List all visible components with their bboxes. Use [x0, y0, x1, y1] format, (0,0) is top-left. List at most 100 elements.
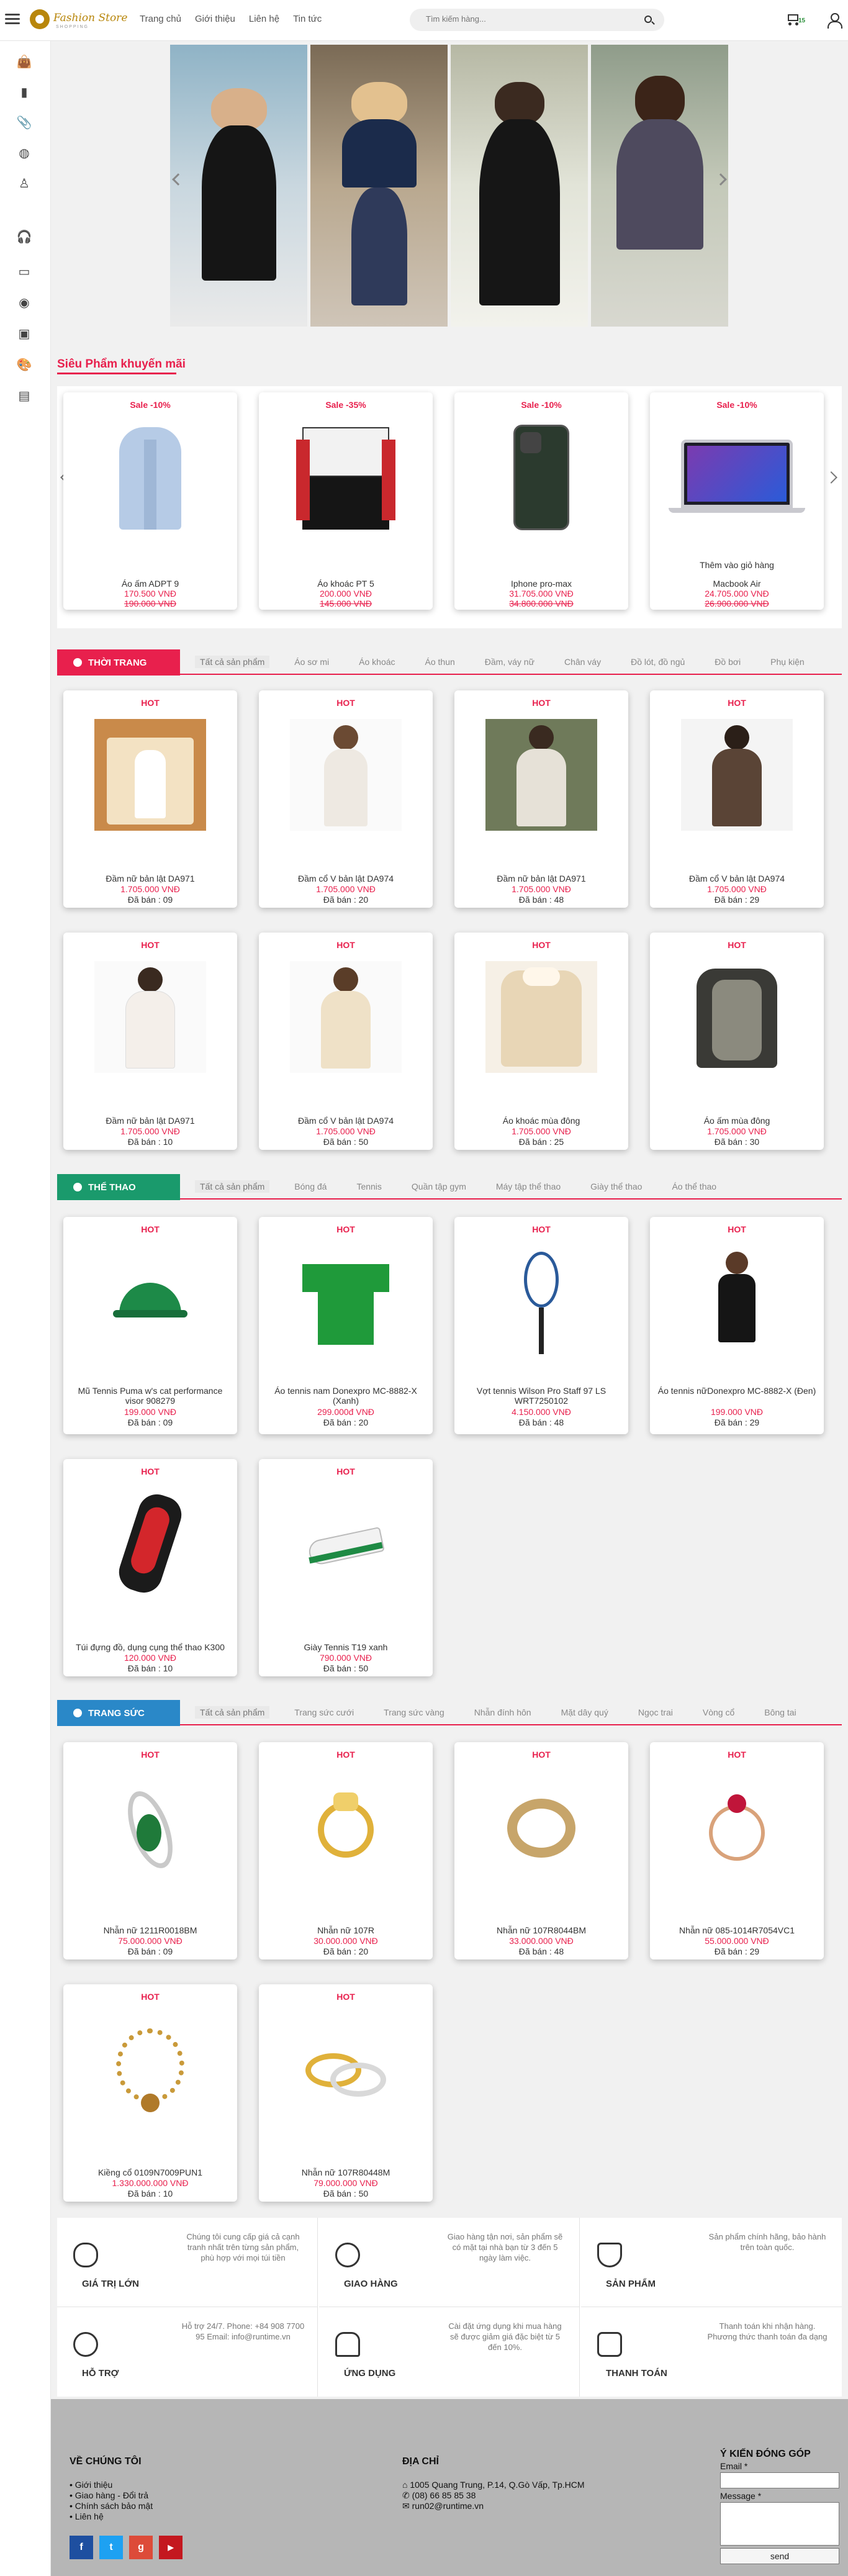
logo[interactable]: Fashion Store SHOPPING [30, 8, 127, 32]
product-price: 30.000.000 VNĐ [313, 1936, 378, 1946]
product-card[interactable]: HOT Mũ Tennis Puma w's cat performance v… [63, 1217, 237, 1434]
promo-card[interactable]: Sale -10% Iphone pro-max 31.705.000 VNĐ … [454, 392, 628, 610]
tab-all[interactable]: Tất cả sản phẩm [195, 656, 270, 668]
search-icon[interactable] [644, 16, 652, 23]
category-tab[interactable]: Quần tập gym [407, 1180, 471, 1193]
category-tab[interactable]: Chân váy [559, 656, 606, 668]
product-price: 1.705.000 VNĐ [120, 1126, 180, 1136]
product-card[interactable]: HOT Nhẫn nữ 107R8044BM 33.000.000 VNĐ Đã… [454, 1742, 628, 1959]
category-line [180, 1724, 842, 1725]
category-badge[interactable]: THỂ THAO [57, 1174, 180, 1200]
product-card[interactable]: HOT Đầm nữ bản lật DA971 1.705.000 VNĐ Đ… [63, 933, 237, 1150]
product-card[interactable]: HOT Túi đựng đồ, dụng cụng thể thao K300… [63, 1459, 237, 1676]
product-sold: Đã bán : 29 [714, 1946, 760, 1956]
send-button[interactable]: send [720, 2548, 839, 2564]
phone-icon[interactable]: ▮ [16, 84, 32, 100]
twitter-icon[interactable]: t [99, 2536, 123, 2559]
product-card[interactable]: HOT Nhẫn nữ 107R 30.000.000 VNĐ Đã bán :… [259, 1742, 433, 1959]
tab-all[interactable]: Tất cả sản phẩm [195, 1706, 270, 1719]
product-card[interactable]: HOT Áo khoác mùa đông 1.705.000 VNĐ Đã b… [454, 933, 628, 1150]
footer-link[interactable]: • Chính sách bảo mật [70, 2501, 153, 2511]
headphones-icon[interactable]: 🎧 [16, 228, 32, 245]
tab-all[interactable]: Tất cả sản phẩm [195, 1180, 270, 1193]
product-card[interactable]: HOT Đầm cổ V bản lật DA974 1.705.000 VNĐ… [259, 933, 433, 1150]
nav-about[interactable]: Giới thiệu [195, 14, 235, 24]
disc-icon[interactable]: ◉ [16, 294, 32, 310]
category-tab[interactable]: Đầm, váy nữ [480, 656, 539, 668]
product-image [290, 1771, 402, 1882]
jar-icon[interactable]: ▣ [16, 325, 32, 341]
category-tab[interactable]: Vòng cổ [698, 1706, 739, 1719]
menu-icon[interactable] [5, 14, 20, 25]
category-tab[interactable]: Giày thể thao [585, 1180, 647, 1193]
palette-icon[interactable]: 🎨 [16, 356, 32, 373]
nav-news[interactable]: Tin tức [293, 14, 322, 24]
product-image [94, 2013, 206, 2125]
add-to-cart-link[interactable]: Thêm vào giỏ hàng [650, 560, 824, 570]
category-tab[interactable]: Phụ kiện [765, 656, 809, 668]
id-card-icon[interactable]: ▤ [16, 387, 32, 404]
footer-link[interactable]: • Giới thiệu [70, 2480, 112, 2490]
category-tab[interactable]: Bóng đá [289, 1180, 332, 1193]
category-tab[interactable]: Nhẫn đính hôn [469, 1706, 536, 1719]
footer-link[interactable]: • Liên hệ [70, 2511, 104, 2522]
product-card[interactable]: HOT Vợt tennis Wilson Pro Staff 97 LS WR… [454, 1217, 628, 1434]
paperclip-icon[interactable]: 📎 [16, 114, 32, 130]
category-tab[interactable]: Bông tai [759, 1706, 801, 1719]
feedback-message-field[interactable] [720, 2502, 839, 2546]
product-card[interactable]: HOT Đầm cổ V bản lật DA974 1.705.000 VNĐ… [259, 690, 433, 908]
facebook-icon[interactable]: f [70, 2536, 93, 2559]
product-card[interactable]: HOT Áo ấm mùa đông 1.705.000 VNĐ Đã bán … [650, 933, 824, 1150]
promo-card[interactable]: Sale -35% Áo khoác PT 5 200.000 VNĐ 145.… [259, 392, 433, 610]
youtube-icon[interactable]: ▶ [159, 2536, 183, 2559]
volleyball-icon[interactable]: ◍ [16, 145, 32, 161]
category-tab[interactable]: Đồ bơi [710, 656, 746, 668]
banner-slider[interactable] [170, 45, 729, 327]
product-image [94, 961, 206, 1073]
category-tab[interactable]: Áo sơ mi [289, 656, 334, 668]
product-card[interactable]: HOT Áo tennis nam Donexpro MC-8882-X (Xa… [259, 1217, 433, 1434]
category-tab[interactable]: Áo thun [420, 656, 460, 668]
category-tab[interactable]: Ngọc trai [633, 1706, 678, 1719]
category-badge[interactable]: TRANG SỨC [57, 1700, 180, 1726]
product-sold: Đã bán : 09 [127, 1946, 173, 1956]
search-input[interactable] [426, 14, 631, 24]
user-icon[interactable] [826, 12, 842, 29]
service-title: HỖ TRỢ [82, 2368, 119, 2379]
category-tab[interactable]: Áo khoác [354, 656, 400, 668]
product-card[interactable]: HOT Nhẫn nữ 1211R0018BM 75.000.000 VNĐ Đ… [63, 1742, 237, 1959]
product-name: Đầm nữ bản lật DA971 [106, 874, 195, 884]
hot-badge: HOT [532, 1224, 551, 1234]
promo-title: Siêu Phẩm khuyến mãi [57, 358, 186, 371]
category-tab[interactable]: Áo thể thao [667, 1180, 721, 1193]
product-card[interactable]: HOT Đầm cổ V bản lật DA974 1.705.000 VNĐ… [650, 690, 824, 908]
product-card[interactable]: HOT Đầm nữ bản lật DA971 1.705.000 VNĐ Đ… [63, 690, 237, 908]
product-card[interactable]: HOT Giày Tennis T19 xanh 790.000 VNĐ Đã … [259, 1459, 433, 1676]
category-tab[interactable]: Máy tập thể thao [491, 1180, 566, 1193]
nav-home[interactable]: Trang chủ [140, 14, 181, 24]
nav-contact[interactable]: Liên hệ [249, 14, 279, 24]
product-card[interactable]: HOT Đầm nữ bản lật DA971 1.705.000 VNĐ Đ… [454, 690, 628, 908]
product-card[interactable]: HOT Áo tennis nữDonexpro MC-8882-X (Đen)… [650, 1217, 824, 1434]
category-tab[interactable]: Đồ lót, đồ ngủ [626, 656, 690, 668]
google-plus-icon[interactable]: g [129, 2536, 153, 2559]
category-line [180, 1198, 842, 1200]
feedback-email-field[interactable] [720, 2472, 839, 2488]
category-tab[interactable]: Trang sức vàng [379, 1706, 449, 1719]
category-tab[interactable]: Tennis [351, 1180, 386, 1193]
category-badge[interactable]: THỜI TRANG [57, 649, 180, 676]
promo-next-arrow[interactable] [825, 471, 837, 484]
product-card[interactable]: HOT Nhẫn nữ 085-1014R7054VC1 55.000.000 … [650, 1742, 824, 1959]
promo-card[interactable]: Sale -10% Thêm vào giỏ hàng Macbook Air … [650, 392, 824, 610]
category-tab[interactable]: Mặt dây quý [556, 1706, 613, 1719]
category-tab[interactable]: Trang sức cưới [289, 1706, 359, 1719]
promo-card[interactable]: Sale -10% Áo ấm ADPT 9 170.500 VNĐ 190.0… [63, 392, 237, 610]
product-card[interactable]: HOT Kiềng cổ 0109N7009PUN1 1.330.000.000… [63, 1984, 237, 2202]
monitor-icon[interactable]: ▭ [16, 263, 32, 279]
cart-button[interactable]: 15 [786, 11, 805, 27]
figure-icon[interactable]: ♙ [16, 175, 32, 191]
product-card[interactable]: HOT Nhẫn nữ 107R80448M 79.000.000 VNĐ Đã… [259, 1984, 433, 2202]
bag-icon[interactable]: 👜 [16, 53, 32, 70]
product-sold: Đã bán : 48 [518, 895, 564, 905]
footer-link[interactable]: • Giao hàng - Đổi trả [70, 2490, 148, 2501]
